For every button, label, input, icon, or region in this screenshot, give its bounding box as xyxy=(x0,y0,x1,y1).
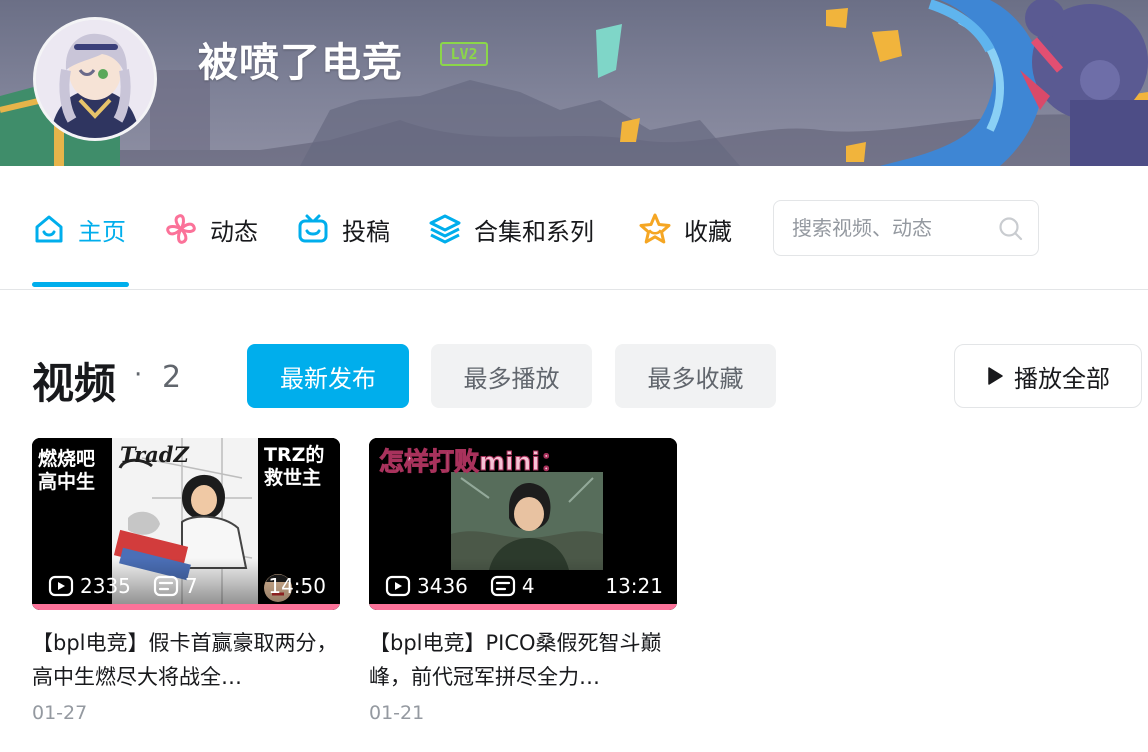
tab-dynamics[interactable]: 动态 xyxy=(164,209,258,249)
video-stats: 2335 7 xyxy=(48,574,212,598)
tab-home-label: 主页 xyxy=(78,217,126,246)
section-separator: · xyxy=(134,360,143,390)
sort-latest-button[interactable]: 最新发布 xyxy=(247,344,409,408)
video-stats: 3436 4 xyxy=(385,574,549,598)
pinwheel-icon xyxy=(166,214,196,244)
section-title: 视频 xyxy=(32,359,117,408)
video-card: 怎样打败mini： 3436 4 13:21 【bpl电竞】PICO桑假死智斗巅… xyxy=(369,438,677,724)
video-date: 01-21 xyxy=(369,702,425,724)
profile-banner: 被喷了电竞 LV2 xyxy=(0,0,1148,166)
thumbnail-caption-right: TRZ的 救世主 xyxy=(264,444,325,489)
home-icon xyxy=(35,215,63,243)
view-count: 2335 xyxy=(48,574,131,598)
tab-uploads[interactable]: 投稿 xyxy=(296,209,390,249)
video-thumbnail[interactable]: 燃烧吧 高中生 TradZ TRZ的 救世主 2335 7 14:50 xyxy=(32,438,340,610)
tab-uploads-label: 投稿 xyxy=(342,217,390,246)
video-duration: 13:21 xyxy=(605,574,663,598)
tab-favorites-label: 收藏 xyxy=(684,217,732,246)
video-thumbnail[interactable]: 怎样打败mini： 3436 4 13:21 xyxy=(369,438,677,610)
star-icon xyxy=(639,213,671,244)
search-input[interactable] xyxy=(792,211,992,245)
video-duration: 14:50 xyxy=(268,574,326,598)
thumbnail-caption-left: 燃烧吧 高中生 xyxy=(38,448,96,493)
search-icon[interactable] xyxy=(998,216,1024,242)
tab-dynamics-label: 动态 xyxy=(210,217,258,246)
user-name: 被喷了电竞 xyxy=(198,40,403,86)
danmaku-icon xyxy=(153,575,179,597)
danmaku-count: 4 xyxy=(490,574,535,598)
thumbnail-caption-center: TradZ xyxy=(120,442,189,467)
tab-collections[interactable]: 合集和系列 xyxy=(428,209,594,249)
video-title[interactable]: 【bpl电竞】假卡首赢豪取两分，高中生燃尽大将战全… xyxy=(32,626,340,694)
play-count-icon xyxy=(48,575,74,597)
video-count: 2 xyxy=(162,360,182,395)
tab-home[interactable]: 主页 xyxy=(32,209,126,249)
video-title[interactable]: 【bpl电竞】PICO桑假死智斗巅峰，前代冠军拼尽全力… xyxy=(369,626,677,694)
tv-icon xyxy=(298,214,328,243)
view-count-value: 3436 xyxy=(417,574,468,598)
danmaku-count-value: 7 xyxy=(184,574,198,598)
danmaku-count: 7 xyxy=(153,574,198,598)
search-box xyxy=(773,200,1039,256)
video-card: 燃烧吧 高中生 TradZ TRZ的 救世主 2335 7 14:50 【bpl… xyxy=(32,438,340,724)
play-count-icon xyxy=(385,575,411,597)
play-all-label: 播放全部 xyxy=(1014,364,1110,393)
view-count-value: 2335 xyxy=(80,574,131,598)
thumbnail-caption-top: 怎样打败mini： xyxy=(379,447,566,477)
play-all-button[interactable]: 播放全部 xyxy=(954,344,1142,408)
profile-nav: 主页 动态 投稿 合集和系列 收藏 搜索视频、动态 xyxy=(0,166,1148,290)
danmaku-count-value: 4 xyxy=(521,574,535,598)
active-tab-indicator xyxy=(32,282,129,287)
sort-most-played-button[interactable]: 最多播放 xyxy=(431,344,592,408)
play-icon xyxy=(988,367,1003,385)
danmaku-icon xyxy=(490,575,516,597)
view-count: 3436 xyxy=(385,574,468,598)
tab-favorites[interactable]: 收藏 xyxy=(638,209,732,249)
tab-collections-label: 合集和系列 xyxy=(474,217,594,246)
banner-illustration xyxy=(0,0,1148,166)
video-date: 01-27 xyxy=(32,702,88,724)
watch-progress-bar xyxy=(369,604,677,610)
watch-progress-bar xyxy=(32,604,340,610)
avatar-image xyxy=(36,20,154,138)
level-badge: LV2 xyxy=(440,42,488,66)
sort-most-favorited-button[interactable]: 最多收藏 xyxy=(615,344,776,408)
layers-icon xyxy=(429,214,461,244)
avatar[interactable] xyxy=(33,17,157,141)
